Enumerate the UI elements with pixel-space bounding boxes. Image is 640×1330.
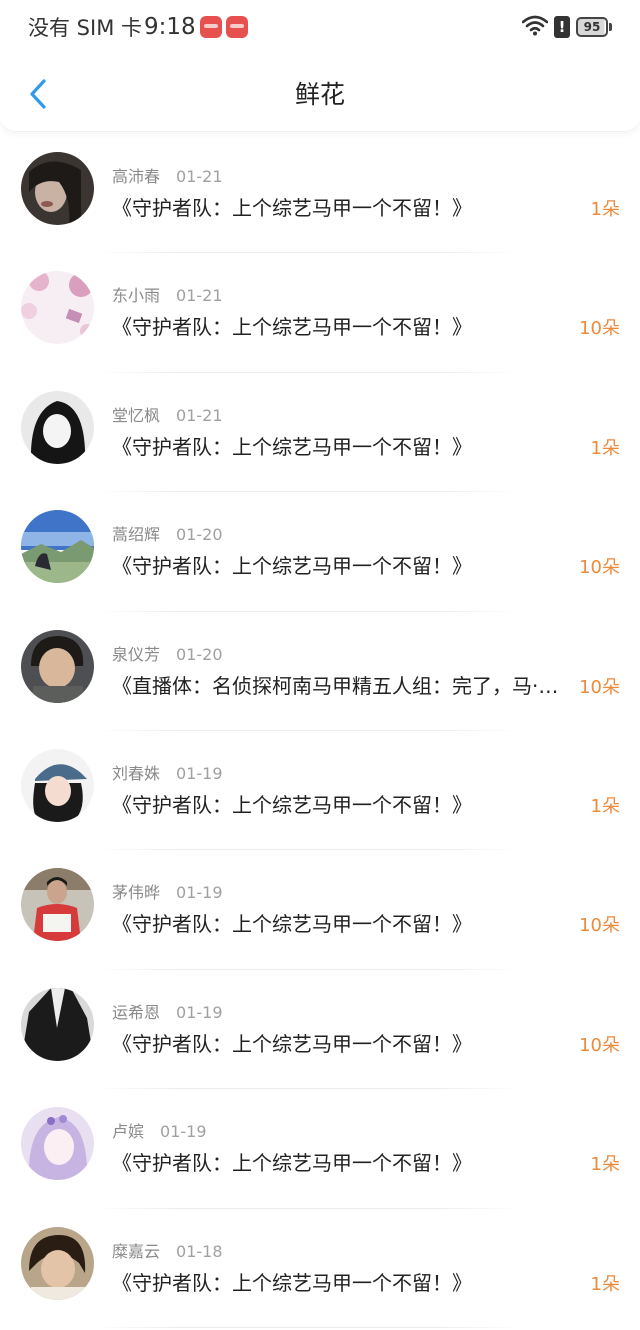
flower-count: 1朵 [590,437,620,459]
avatar[interactable] [21,1107,94,1181]
avatar[interactable] [21,271,94,345]
sender-name: 刘春姝 [112,763,161,783]
sent-date: 01-21 [176,286,223,306]
item-meta: 刘春姝 01-19 [112,760,223,784]
sent-date: 01-20 [176,525,223,545]
sender-name: 糜嘉云 [112,1241,161,1261]
battery-tip [609,23,612,31]
item-meta: 泉仪芳 01-20 [112,641,223,665]
item-meta: 运希恩 01-19 [112,999,223,1023]
sender-name: 泉仪芳 [112,644,161,664]
sender-name: 高沛春 [112,167,161,186]
divider [96,1326,520,1328]
sent-date: 01-21 [176,405,223,425]
item-meta: 高沛春 01-21 [112,163,223,187]
sent-date: 01-19 [176,763,223,783]
avatar-image [21,152,94,225]
avatar[interactable] [21,1226,94,1300]
item-meta: 蒿绍辉 01-20 [112,521,223,545]
avatar-image [21,271,94,345]
carrier-label: 没有 SIM 卡 [28,16,142,40]
item-meta: 卢嫔 01-19 [112,1118,207,1142]
avatar-image [21,748,94,822]
novel-title: 《守护者队：上个综艺马甲一个不留！》 [112,1270,472,1295]
flower-count: 1朵 [590,1154,620,1176]
sent-date: 01-19 [160,1122,207,1142]
sender-name: 东小雨 [112,286,161,306]
novel-title: 《守护者队：上个综艺马甲一个不留！》 [112,434,472,459]
novel-title: 《守护者队：上个综艺马甲一个不留！》 [112,315,472,340]
sent-date: 01-20 [176,644,223,664]
app-badge-icon [199,16,222,38]
novel-title: 《守护者队：上个综艺马甲一个不留！》 [112,554,472,579]
wifi-icon [521,14,549,41]
avatar-image [21,1107,94,1181]
header-bar: 鲜花 [0,54,640,132]
novel-title: 《守护者队：上个综艺马甲一个不留！》 [112,1151,472,1176]
flower-count: 10朵 [579,1034,620,1056]
sent-date: 01-21 [176,167,223,186]
flower-count: 1朵 [590,795,620,817]
sent-date: 01-18 [176,1241,223,1261]
list-item[interactable]: 堂忆枫 01-21 《守护者队：上个综艺马甲一个不留！》 1朵 [0,373,640,493]
list-item[interactable]: 高沛春 01-21 《守护者队：上个综艺马甲一个不留！》 1朵 [0,134,640,254]
item-meta: 东小雨 01-21 [112,282,223,306]
novel-title: 《守护者队：上个综艺马甲一个不留！》 [112,196,472,220]
battery-level: 95 [576,17,608,37]
list-item[interactable]: 卢嫔 01-19 《守护者队：上个综艺马甲一个不留！》 1朵 [0,1089,640,1209]
sent-date: 01-19 [176,883,223,903]
avatar[interactable] [21,868,94,942]
avatar[interactable] [21,629,94,703]
list-item[interactable]: 泉仪芳 01-20 《直播体：名侦探柯南马甲精五人组：完了，马·… 10朵 [0,612,640,731]
back-button[interactable] [18,72,58,116]
clock-time: 9:18 [144,14,196,40]
list-item[interactable]: 茅伟晔 01-19 《守护者队：上个综艺马甲一个不留！》 10朵 [0,850,640,970]
sender-name: 运希恩 [112,1002,161,1022]
sender-name: 蒿绍辉 [112,525,161,545]
avatar-image [21,390,94,464]
list-item[interactable]: 糜嘉云 01-18 《守护者队：上个综艺马甲一个不留！》 1朵 [0,1209,640,1328]
item-meta: 茅伟晔 01-19 [112,879,223,903]
avatar[interactable] [21,748,94,822]
avatar-image [21,510,94,584]
list-item[interactable]: 刘春姝 01-19 《守护者队：上个综艺马甲一个不留！》 1朵 [0,731,640,851]
list-item[interactable]: 运希恩 01-19 《守护者队：上个综艺马甲一个不留！》 10朵 [0,970,640,1090]
item-meta: 糜嘉云 01-18 [112,1238,223,1262]
novel-title: 《直播体：名侦探柯南马甲精五人组：完了，马·… [112,673,559,698]
sender-name: 卢嫔 [112,1122,145,1142]
status-left: 没有 SIM 卡 9:18 [28,12,248,42]
item-meta: 堂忆枫 01-21 [112,402,223,426]
status-right: ! 95 [521,14,612,41]
gift-list: 高沛春 01-21 《守护者队：上个综艺马甲一个不留！》 1朵 东小雨 01-21 … [0,134,640,1328]
flowers-page: 没有 SIM 卡 9:18 ! 95 鲜花 高沛春 01-21 《守护者队：上个… [0,0,640,1330]
page-title: 鲜花 [294,79,345,109]
novel-title: 《守护者队：上个综艺马甲一个不留！》 [112,792,472,817]
avatar[interactable] [21,390,94,464]
sent-date: 01-19 [176,1002,223,1022]
avatar[interactable] [21,152,94,225]
avatar-image [21,629,94,703]
avatar-image [21,868,94,942]
sender-name: 堂忆枫 [112,405,161,425]
chevron-left-icon [30,79,46,109]
flower-count: 10朵 [579,557,620,579]
flower-count: 1朵 [590,199,620,220]
alert-icon: ! [554,16,570,38]
app-badge-icon [225,16,248,38]
sender-name: 茅伟晔 [112,883,161,903]
flower-count: 10朵 [579,915,620,937]
avatar-image [21,987,94,1061]
novel-title: 《守护者队：上个综艺马甲一个不留！》 [112,1031,472,1056]
avatar[interactable] [21,510,94,584]
flower-count: 10朵 [579,318,620,340]
flower-count: 10朵 [579,676,620,698]
avatar[interactable] [21,987,94,1061]
novel-title: 《守护者队：上个综艺马甲一个不留！》 [112,912,472,937]
battery-icon: 95 [576,17,612,37]
avatar-image [21,1226,94,1300]
list-item[interactable]: 蒿绍辉 01-20 《守护者队：上个综艺马甲一个不留！》 10朵 [0,492,640,612]
list-item[interactable]: 东小雨 01-21 《守护者队：上个综艺马甲一个不留！》 10朵 [0,253,640,373]
flower-count: 1朵 [590,1273,620,1295]
status-bar: 没有 SIM 卡 9:18 ! 95 [0,0,640,54]
